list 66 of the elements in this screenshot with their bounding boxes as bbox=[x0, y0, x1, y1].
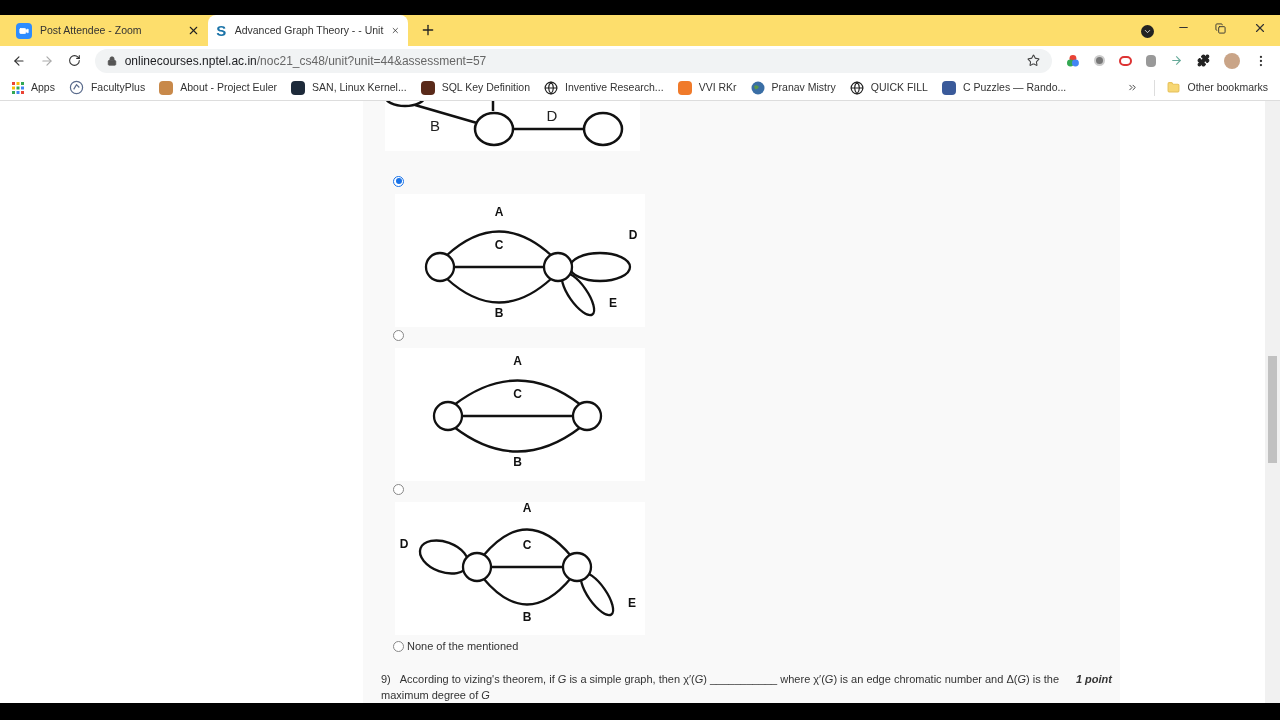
edge-label: D bbox=[399, 537, 409, 551]
site-logo: S bbox=[216, 22, 227, 39]
folder-icon bbox=[1167, 81, 1181, 94]
url-text: onlinecourses.nptel.ac.in/noc21_cs48/unit?unit=44&assessment=57 bbox=[124, 52, 488, 70]
edge-label: B bbox=[430, 117, 440, 134]
close-window-icon[interactable] bbox=[1253, 21, 1267, 35]
extension-icon[interactable] bbox=[1118, 55, 1132, 66]
lock-icon bbox=[106, 55, 117, 66]
edge-label: B bbox=[494, 306, 504, 320]
extension-icon[interactable] bbox=[1093, 55, 1105, 66]
close-tab-icon[interactable] bbox=[187, 24, 200, 37]
bookmark-icon bbox=[941, 80, 956, 95]
restore-icon[interactable] bbox=[1215, 23, 1226, 34]
bookmark-icon bbox=[420, 80, 435, 95]
extension-icon[interactable] bbox=[1145, 54, 1157, 67]
extension-icon[interactable] bbox=[1170, 54, 1184, 67]
bookmark-item[interactable]: SQL Key Definition bbox=[420, 79, 530, 96]
edge-label: B bbox=[513, 455, 522, 469]
bookmark-item[interactable]: FacultyPlus bbox=[68, 79, 146, 96]
bookmark-icon bbox=[291, 80, 306, 95]
globe-icon bbox=[849, 80, 864, 95]
bookmark-icon bbox=[159, 80, 174, 95]
radio-button[interactable] bbox=[393, 640, 404, 652]
bookmark-folder[interactable]: Other bookmarks bbox=[1167, 79, 1268, 96]
ring-icon bbox=[68, 80, 84, 95]
edge-label: A bbox=[494, 205, 504, 219]
extensions-icon[interactable] bbox=[1197, 54, 1211, 67]
bookmark-item[interactable]: Inventive Research... bbox=[544, 79, 664, 96]
video-icon bbox=[16, 22, 32, 39]
bookmark-item[interactable]: Apps bbox=[12, 79, 55, 96]
edge-label: A bbox=[522, 502, 532, 515]
address-bar[interactable]: onlinecourses.nptel.ac.in/noc21_cs48/unit?unit=44&assessment=57 bbox=[94, 48, 1052, 73]
globe-icon bbox=[544, 80, 558, 95]
more-bookmarks-icon[interactable] bbox=[1127, 82, 1139, 93]
earth-icon bbox=[750, 80, 765, 95]
radio-button[interactable] bbox=[393, 329, 404, 341]
back-icon[interactable] bbox=[12, 53, 26, 68]
edge-label: C bbox=[513, 387, 522, 401]
edge-label: E bbox=[628, 596, 636, 610]
radio-button[interactable] bbox=[393, 175, 404, 187]
bookmark-item[interactable]: VVI RKr bbox=[677, 79, 737, 96]
radio-button[interactable] bbox=[393, 483, 404, 495]
edge-label: A bbox=[513, 354, 522, 368]
question-text: 9) According to vizing's theorem, if G is a simple graph, then χ′(G) ___________ where χ′(G) is an edge chromatic number and Δ(G) is the maximum degree of G bbox=[380, 672, 1060, 703]
bookmark-item[interactable]: C Puzzles — Rando... bbox=[941, 79, 1067, 96]
browser-tab[interactable]: Post Attendee - Zoom bbox=[8, 15, 208, 46]
edge-label: B bbox=[522, 610, 532, 624]
option-label: None of the mentioned bbox=[407, 638, 519, 654]
edge-label: E bbox=[609, 296, 617, 310]
bookmark-star-icon[interactable] bbox=[1026, 54, 1040, 67]
points-label: 1 point bbox=[1075, 672, 1112, 687]
edge-label: D bbox=[546, 107, 558, 124]
bookmark-item[interactable]: SAN, Linux Kernel... bbox=[291, 79, 407, 96]
edge-label: D bbox=[628, 228, 638, 242]
bookmark-item[interactable]: QUICK FILL bbox=[849, 79, 928, 96]
new-tab-icon[interactable] bbox=[420, 22, 436, 38]
extension-icon[interactable] bbox=[1065, 53, 1080, 68]
browser-tab[interactable]: S Advanced Graph Theory - - Unit bbox=[208, 15, 408, 46]
bookmark-item[interactable]: Pranav Mistry bbox=[750, 79, 836, 96]
apps-grid-icon bbox=[12, 81, 24, 94]
tab-search-icon[interactable] bbox=[1141, 25, 1154, 38]
reload-icon[interactable] bbox=[67, 54, 81, 67]
edge-label: C bbox=[522, 538, 532, 552]
edge-label: C bbox=[494, 238, 504, 252]
bookmark-icon bbox=[677, 80, 692, 95]
bookmark-item[interactable]: About - Project Euler bbox=[159, 79, 278, 96]
